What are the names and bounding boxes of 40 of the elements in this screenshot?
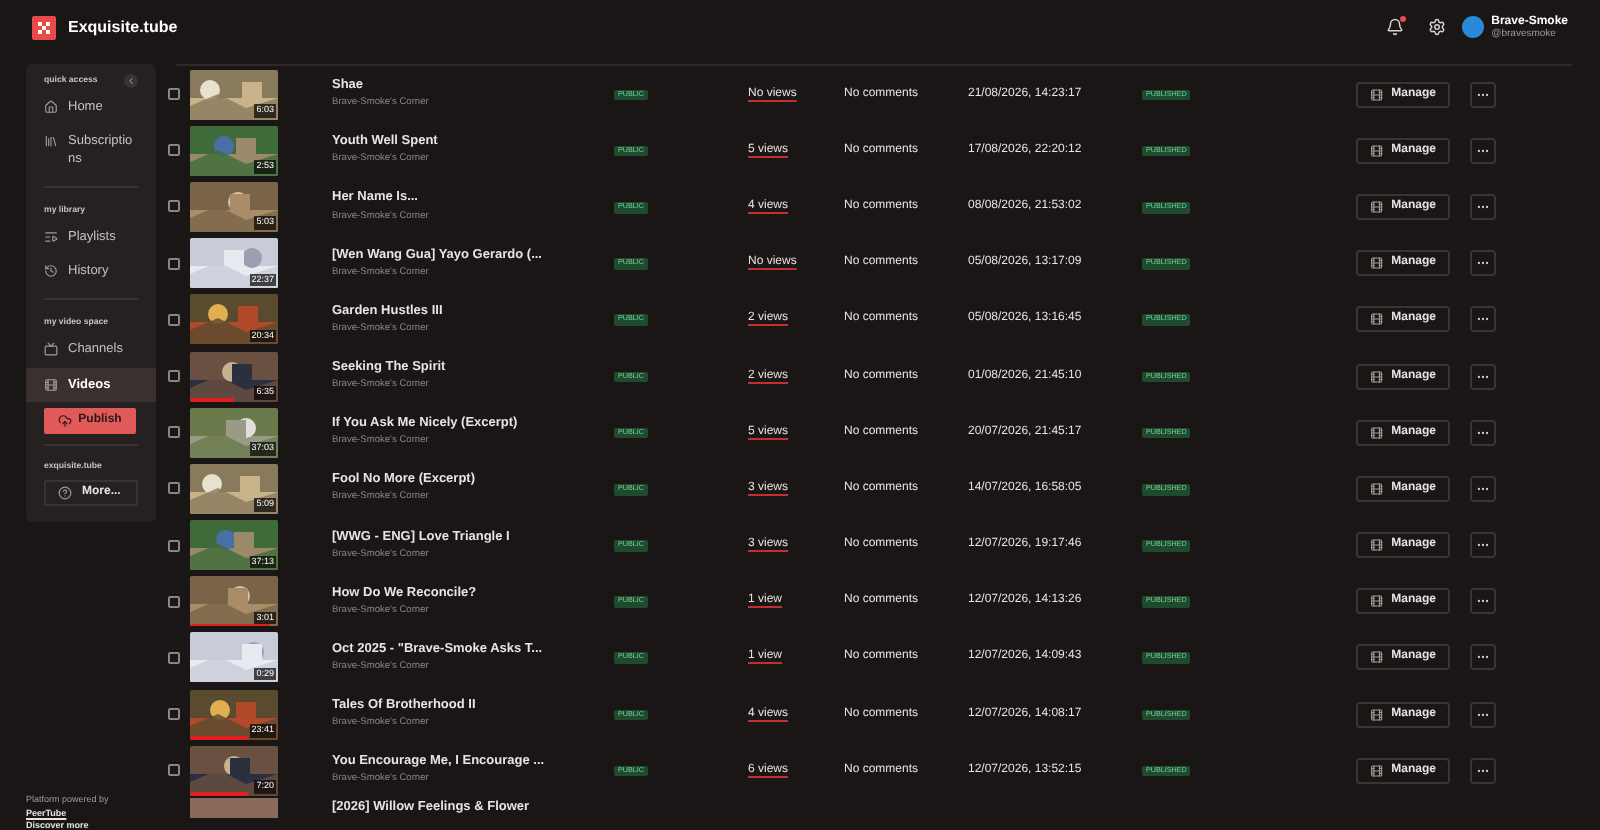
collapse-button[interactable] [124, 73, 138, 87]
subscriptions-icon [44, 134, 58, 149]
settings-icon[interactable] [1427, 18, 1446, 36]
row-checkbox[interactable] [168, 370, 180, 383]
videos-icon [44, 377, 58, 392]
film-icon [1370, 256, 1384, 271]
row-checkbox[interactable] [168, 426, 180, 439]
film-icon [1370, 87, 1384, 102]
film-icon [1370, 199, 1384, 214]
user-avatar[interactable] [1461, 16, 1484, 38]
home-icon [44, 100, 58, 114]
row-checkbox[interactable] [168, 200, 180, 213]
logo-icon [32, 15, 56, 39]
playlists-icon [44, 230, 58, 245]
history-icon [44, 264, 58, 279]
row-checkbox[interactable] [168, 595, 180, 608]
film-icon [1370, 312, 1384, 327]
row-checkbox[interactable] [168, 539, 180, 552]
film-icon [1370, 763, 1384, 778]
row-checkbox[interactable] [168, 764, 180, 777]
row-checkbox[interactable] [168, 708, 180, 721]
film-icon [1370, 143, 1384, 158]
film-icon [1370, 481, 1384, 496]
row-checkbox[interactable] [168, 144, 180, 157]
film-icon [1370, 650, 1384, 665]
channels-icon [44, 342, 58, 357]
upload-icon [58, 413, 73, 428]
film-icon [1370, 707, 1384, 722]
film-icon [1370, 369, 1384, 384]
film-icon [1370, 425, 1384, 440]
film-icon [1370, 594, 1384, 609]
row-checkbox[interactable] [168, 257, 180, 270]
notification-bell-icon[interactable] [1385, 18, 1404, 36]
row-checkbox[interactable] [168, 88, 180, 101]
site-name[interactable]: Exquisite.tube [68, 15, 178, 39]
film-icon [1370, 538, 1384, 553]
row-checkbox[interactable] [168, 651, 180, 664]
row-checkbox[interactable] [168, 482, 180, 495]
help-icon [58, 485, 72, 500]
row-checkbox[interactable] [168, 313, 180, 326]
